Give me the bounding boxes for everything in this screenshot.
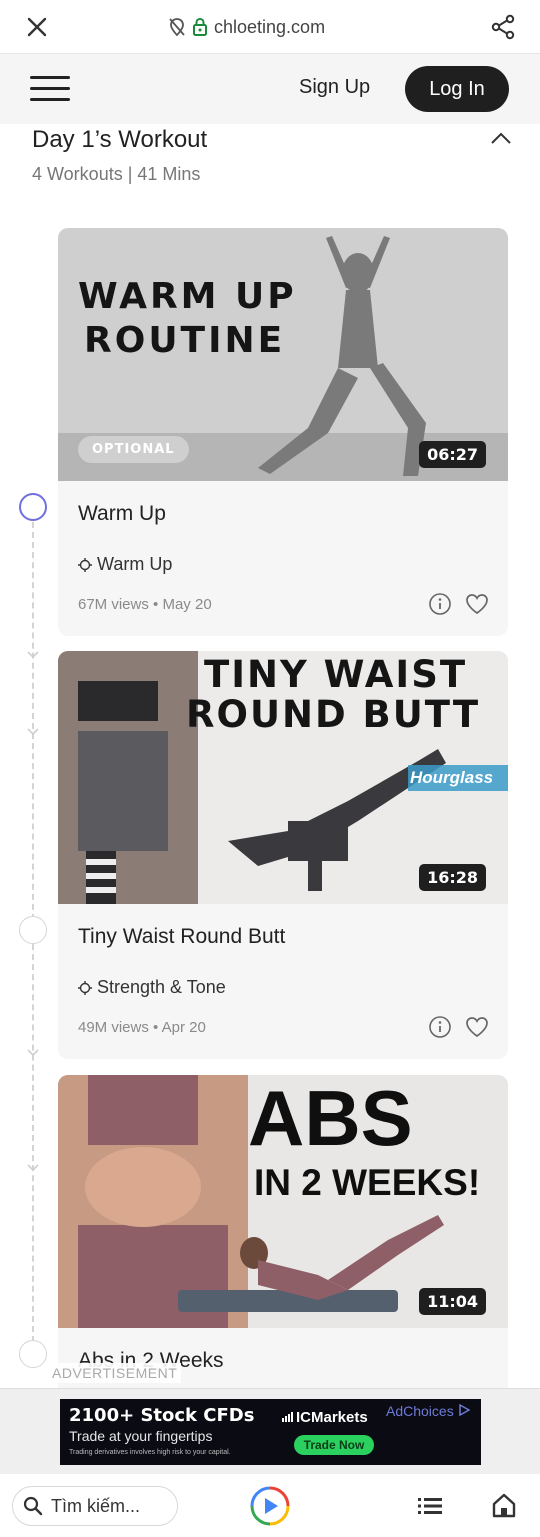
share-icon: [491, 14, 515, 40]
heart-icon: [466, 1017, 488, 1038]
menu-icon: [30, 76, 70, 79]
view-count: 67M views: [78, 596, 149, 613]
collapse-button[interactable]: [488, 128, 514, 150]
ad-container: 2100+ Stock CFDs Trade at your fingertip…: [0, 1388, 540, 1474]
timeline-step-active: [19, 493, 47, 521]
play-circle-icon: [250, 1486, 290, 1526]
duration-badge: 11:04: [419, 1288, 486, 1315]
thumb-text: WARM UP: [78, 276, 297, 317]
home-button[interactable]: [490, 1491, 518, 1519]
advertisement-label: ADVERTISEMENT: [48, 1363, 182, 1383]
ad-brand-name: ICMarkets: [296, 1409, 368, 1426]
ad-brand: ICMarkets: [282, 1409, 368, 1426]
workout-card[interactable]: WARM UP ROUTINE OPTIONAL 06:27 Warm Up W…: [58, 228, 508, 636]
thumb-text: ROUND BUTT: [186, 693, 480, 736]
chevron-down-icon: [27, 651, 39, 659]
ad-headline: 2100+ Stock CFDs: [69, 1405, 255, 1426]
duration-badge: 06:27: [419, 441, 486, 468]
location-off-icon: [169, 18, 185, 37]
view-count: 49M views: [78, 1019, 149, 1036]
play-button[interactable]: [250, 1486, 290, 1526]
info-icon: [429, 593, 451, 615]
thumb-text: ABS: [248, 1075, 413, 1162]
day-summary: 4 Workouts | 41 Mins: [32, 164, 201, 184]
timeline-step: [19, 916, 47, 944]
workout-meta: 67M views • May 20: [78, 596, 212, 613]
site-header: Sign Up Log In: [0, 54, 540, 124]
thumb-text: TINY WAIST: [204, 653, 467, 696]
bars-icon: [282, 1412, 293, 1422]
info-button[interactable]: [428, 1015, 452, 1039]
workout-thumbnail[interactable]: WARM UP ROUTINE OPTIONAL 06:27: [58, 228, 508, 481]
menu-button[interactable]: [30, 74, 72, 104]
chevron-down-icon: [27, 728, 39, 736]
sign-up-link[interactable]: Sign Up: [299, 76, 370, 99]
menu-icon-bar: [30, 98, 70, 101]
thumb-text: IN 2 WEEKS!: [254, 1162, 480, 1203]
bottom-nav: Tìm kiếm...: [0, 1474, 540, 1537]
lock-icon: [193, 17, 207, 36]
publish-date: May 20: [162, 596, 212, 613]
ad-fineprint: Trading derivatives involves high risk t…: [69, 1449, 231, 1456]
publish-date: Apr 20: [161, 1019, 206, 1036]
ad-banner[interactable]: 2100+ Stock CFDs Trade at your fingertip…: [60, 1399, 481, 1465]
category-label: Strength & Tone: [97, 977, 226, 997]
category-label: Warm Up: [97, 554, 173, 574]
workout-card[interactable]: Hourglass TINY WAIST ROUND BUTT 16:28 Ti…: [58, 651, 508, 1059]
chevron-down-icon: [27, 1164, 39, 1172]
browser-toolbar: chloeting.com: [0, 0, 540, 54]
ad-choices-label: AdChoices: [386, 1403, 454, 1419]
list-icon: [418, 1498, 442, 1514]
home-icon: [492, 1493, 516, 1518]
workout-thumbnail[interactable]: ABS IN 2 WEEKS! 11:04: [58, 1075, 508, 1328]
heart-icon: [466, 594, 488, 615]
workout-category: Warm Up: [78, 554, 172, 575]
search-placeholder: Tìm kiếm...: [51, 1495, 140, 1516]
target-icon: [78, 557, 92, 572]
close-icon: [27, 17, 47, 37]
chevron-down-icon: [27, 1049, 39, 1057]
workout-category: Strength & Tone: [78, 977, 226, 998]
url-text: chloeting.com: [214, 16, 326, 37]
favorite-button[interactable]: [464, 1015, 490, 1039]
chevron-up-icon: [491, 132, 511, 144]
info-icon: [429, 1016, 451, 1038]
day-title: Day 1’s Workout: [32, 126, 208, 153]
favorite-button[interactable]: [464, 592, 490, 616]
info-button[interactable]: [428, 592, 452, 616]
log-in-button[interactable]: Log In: [405, 66, 509, 112]
menu-icon-bar: [30, 87, 70, 90]
adchoices-icon: [458, 1403, 471, 1417]
thumb-text: ROUTINE: [84, 320, 285, 361]
ad-choices[interactable]: AdChoices: [386, 1403, 471, 1419]
page: chloeting.com Sign Up Log In Day 1’s Wor…: [0, 0, 540, 1537]
search-input[interactable]: Tìm kiếm...: [12, 1486, 178, 1526]
optional-badge: OPTIONAL: [78, 436, 189, 463]
meta-separator: •: [153, 1019, 159, 1036]
duration-badge: 16:28: [419, 864, 486, 891]
search-icon: [23, 1496, 43, 1516]
workout-meta: 49M views • Apr 20: [78, 1019, 206, 1036]
workout-title[interactable]: Tiny Waist Round Butt: [78, 925, 285, 949]
workout-thumbnail[interactable]: Hourglass TINY WAIST ROUND BUTT 16:28: [58, 651, 508, 904]
target-icon: [78, 980, 92, 995]
close-tab-button[interactable]: [20, 10, 54, 44]
share-button[interactable]: [486, 10, 520, 44]
timeline-step: [19, 1340, 47, 1368]
thumb-tag: Hourglass: [410, 768, 493, 787]
workout-title[interactable]: Warm Up: [78, 502, 166, 526]
tabs-list-button[interactable]: [416, 1494, 444, 1518]
ad-subline: Trade at your fingertips: [69, 1428, 213, 1444]
ad-cta-button[interactable]: Trade Now: [294, 1435, 374, 1455]
meta-separator: •: [153, 596, 159, 613]
address-bar[interactable]: chloeting.com: [168, 14, 325, 40]
